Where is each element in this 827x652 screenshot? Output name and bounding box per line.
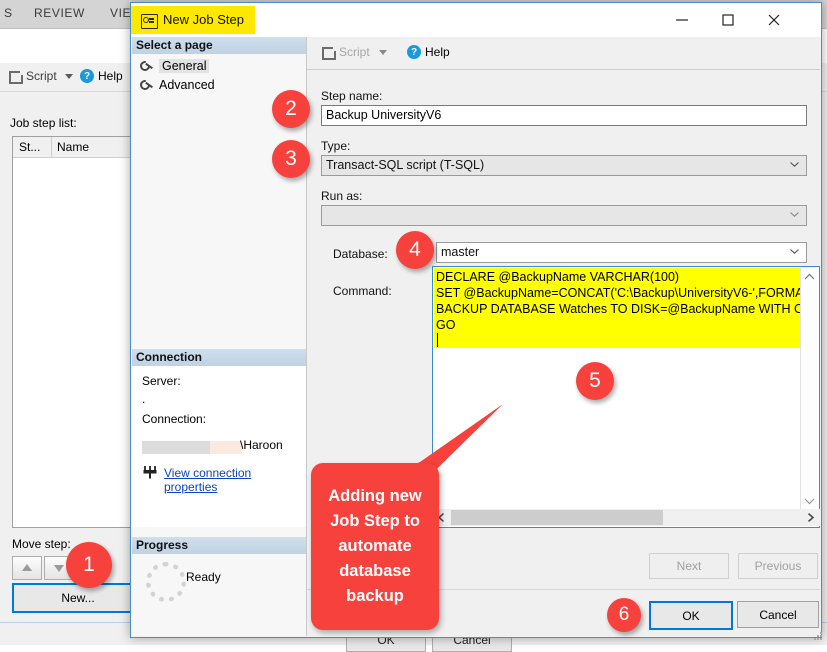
database-select[interactable]: master xyxy=(436,242,807,263)
close-button[interactable] xyxy=(751,3,797,36)
command-editor-textarea[interactable]: DECLARE @BackupName VARCHAR(100) SET @Ba… xyxy=(434,268,803,510)
dialog-script-button[interactable]: Script xyxy=(321,45,387,60)
dialog-left-pane: Select a page General Advanced Connectio… xyxy=(132,37,307,636)
scroll-up-icon[interactable] xyxy=(804,273,815,280)
chevron-down-icon xyxy=(790,212,799,217)
background-help-button[interactable]: ? Help xyxy=(80,69,123,83)
job-step-icon xyxy=(141,14,158,29)
annotation-badge-5: 5 xyxy=(576,362,614,400)
command-label: Command: xyxy=(333,284,392,298)
sidebar-item-general[interactable]: General xyxy=(140,59,210,73)
dialog-toolbar: Script ? Help xyxy=(307,37,820,70)
column-header-st[interactable]: St... xyxy=(19,140,40,154)
step-name-input[interactable]: Backup UniversityV6 xyxy=(321,105,807,126)
connection-label: Connection: xyxy=(142,412,207,426)
background-script-button[interactable]: Script xyxy=(8,69,73,84)
step-name-label: Step name: xyxy=(321,89,383,103)
chevron-down-icon[interactable] xyxy=(378,49,387,55)
dialog-ok-button[interactable]: OK xyxy=(649,601,733,630)
ribbon-tab-0[interactable]: S xyxy=(4,6,13,20)
scroll-down-icon[interactable] xyxy=(804,498,815,505)
command-editor-vscrollbar[interactable] xyxy=(800,268,818,510)
maximize-icon xyxy=(722,13,734,26)
annotation-badge-6: 6 xyxy=(607,598,641,632)
connection-user: \Haroon xyxy=(240,438,283,452)
progress-body: Ready xyxy=(132,554,306,636)
type-select-value: Transact-SQL script (T-SQL) xyxy=(326,158,485,172)
chevron-down-icon[interactable] xyxy=(64,73,73,79)
job-step-list[interactable]: St... Name xyxy=(12,136,142,528)
run-as-label: Run as: xyxy=(321,189,363,203)
background-script-label: Script xyxy=(26,69,57,83)
script-icon xyxy=(8,70,23,84)
maximize-button[interactable] xyxy=(705,3,751,36)
database-label: Database: xyxy=(333,247,388,261)
wrench-icon xyxy=(140,79,154,91)
move-step-label: Move step: xyxy=(12,537,71,551)
resize-grip-icon[interactable] xyxy=(813,631,823,641)
job-step-list-label: Job step list: xyxy=(10,116,77,130)
column-divider xyxy=(51,137,52,157)
progress-status: Ready xyxy=(186,570,221,584)
connection-redaction-block-2 xyxy=(210,441,242,454)
connection-header: Connection xyxy=(132,349,306,366)
annotation-callout: Adding new Job Step to automate database… xyxy=(311,463,439,630)
minimize-icon xyxy=(676,18,688,21)
help-icon: ? xyxy=(80,69,94,83)
annotation-badge-3: 3 xyxy=(272,140,310,178)
progress-spinner-icon xyxy=(146,562,186,602)
dialog-title-bar[interactable]: New Job Step xyxy=(131,3,821,37)
chevron-down-icon xyxy=(790,249,799,254)
connection-redaction-block xyxy=(142,441,210,454)
dialog-help-label: Help xyxy=(425,45,450,59)
sidebar-item-general-label: General xyxy=(159,59,210,73)
script-icon xyxy=(321,46,336,60)
command-text: DECLARE @BackupName VARCHAR(100) SET @Ba… xyxy=(436,270,803,332)
new-step-button[interactable]: New... xyxy=(12,583,144,613)
server-label: Server: xyxy=(142,374,181,388)
server-value: . xyxy=(142,392,146,406)
select-a-page-header: Select a page xyxy=(132,37,306,54)
connection-body: Server: . Connection: \Haroon View conne… xyxy=(132,366,306,527)
arrow-up-icon xyxy=(22,564,32,571)
next-button[interactable]: Next xyxy=(649,553,729,579)
arrow-down-icon xyxy=(54,565,64,572)
hscrollbar-thumb[interactable] xyxy=(451,510,663,525)
view-connection-properties-link[interactable]: View connection properties xyxy=(164,466,306,494)
dialog-help-button[interactable]: ? Help xyxy=(407,45,450,59)
scroll-right-icon[interactable] xyxy=(807,513,815,522)
progress-header: Progress xyxy=(132,537,306,554)
previous-button[interactable]: Previous xyxy=(738,553,818,579)
command-editor-hscrollbar[interactable] xyxy=(434,509,820,526)
database-select-value: master xyxy=(441,245,480,259)
dialog-script-label: Script xyxy=(339,45,370,59)
help-icon: ? xyxy=(407,45,421,59)
column-header-name[interactable]: Name xyxy=(57,140,89,154)
sidebar-item-advanced-label: Advanced xyxy=(159,78,215,92)
type-select[interactable]: Transact-SQL script (T-SQL) xyxy=(321,155,807,176)
type-label: Type: xyxy=(321,139,351,153)
connection-plug-icon xyxy=(143,466,157,479)
command-editor[interactable]: DECLARE @BackupName VARCHAR(100) SET @Ba… xyxy=(432,266,820,528)
close-icon xyxy=(768,14,780,25)
background-help-label: Help xyxy=(98,69,123,83)
wrench-icon xyxy=(140,60,154,72)
minimize-button[interactable] xyxy=(659,3,705,36)
sidebar-item-advanced[interactable]: Advanced xyxy=(140,78,215,92)
annotation-badge-4: 4 xyxy=(396,231,434,269)
annotation-badge-1: 1 xyxy=(66,542,112,588)
move-step-up-button[interactable] xyxy=(12,556,42,580)
annotation-badge-2: 2 xyxy=(272,90,310,128)
job-step-list-header: St... Name xyxy=(13,137,141,158)
ribbon-tab-review[interactable]: REVIEW xyxy=(34,6,85,20)
dialog-cancel-button[interactable]: Cancel xyxy=(737,601,819,628)
dialog-title: New Job Step xyxy=(163,12,244,27)
chevron-down-icon xyxy=(790,162,799,167)
run-as-select[interactable] xyxy=(321,205,807,226)
text-caret xyxy=(437,333,438,347)
